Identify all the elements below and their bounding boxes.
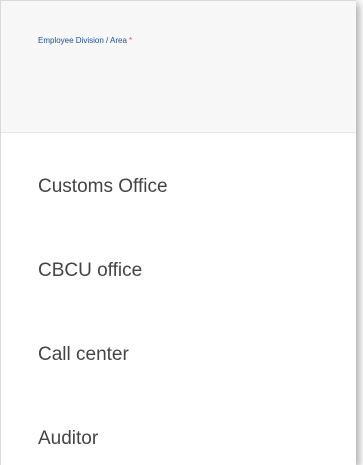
field-label-text: Employee Division / Area xyxy=(38,36,127,45)
dropdown-panel: Employee Division / Area * Customs Office… xyxy=(0,0,356,465)
option-cbcu-office[interactable]: CBCU office xyxy=(1,229,356,313)
options-list: Customs Office CBCU office Call center A… xyxy=(1,133,356,465)
field-label: Employee Division / Area * xyxy=(38,36,132,45)
field-value[interactable] xyxy=(38,61,338,101)
division-select-field[interactable]: Employee Division / Area * xyxy=(1,1,356,133)
required-mark: * xyxy=(128,36,133,45)
option-auditor[interactable]: Auditor xyxy=(1,397,356,465)
option-call-center[interactable]: Call center xyxy=(1,313,356,397)
option-customs-office[interactable]: Customs Office xyxy=(1,145,356,229)
